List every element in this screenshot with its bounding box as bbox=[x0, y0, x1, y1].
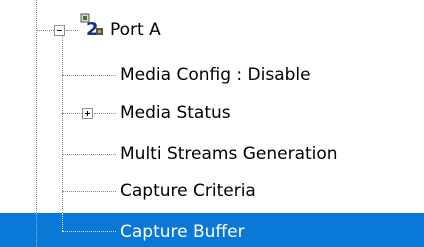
tree-guide-inner bbox=[62, 36, 63, 231]
tree-node-capture-buffer[interactable]: Capture Buffer bbox=[120, 221, 245, 243]
tree-connector-capture-criteria bbox=[62, 191, 116, 192]
tree-connector-port-icon bbox=[66, 30, 78, 31]
collapse-toggle-port-a[interactable] bbox=[54, 25, 65, 36]
tree-connector-media-status-label bbox=[94, 113, 116, 114]
tree-connector-capture-buffer bbox=[62, 231, 116, 232]
tree-node-multi-streams-generation[interactable]: Multi Streams Generation bbox=[120, 143, 338, 165]
tree-guide-outer bbox=[36, 0, 37, 247]
tree-connector-port bbox=[36, 30, 54, 31]
tree-node-media-config[interactable]: Media Config : Disable bbox=[120, 64, 311, 86]
expand-toggle-media-status[interactable] bbox=[82, 108, 93, 119]
tree-node-capture-criteria[interactable]: Capture Criteria bbox=[120, 180, 256, 202]
tree-guide-outer-selected bbox=[36, 213, 37, 247]
tree-connector-media-status bbox=[62, 113, 82, 114]
port-device-icon: 2 bbox=[80, 13, 103, 37]
tree-connector-media-config bbox=[62, 75, 116, 76]
tree-node-media-status[interactable]: Media Status bbox=[120, 102, 231, 124]
tree-node-port-a[interactable]: Port A bbox=[110, 19, 161, 41]
tree-row-capture-buffer-selected[interactable]: Capture Buffer bbox=[0, 213, 424, 247]
tree-guide-inner-end bbox=[62, 213, 63, 231]
tree-connector-multi-streams bbox=[62, 154, 116, 155]
